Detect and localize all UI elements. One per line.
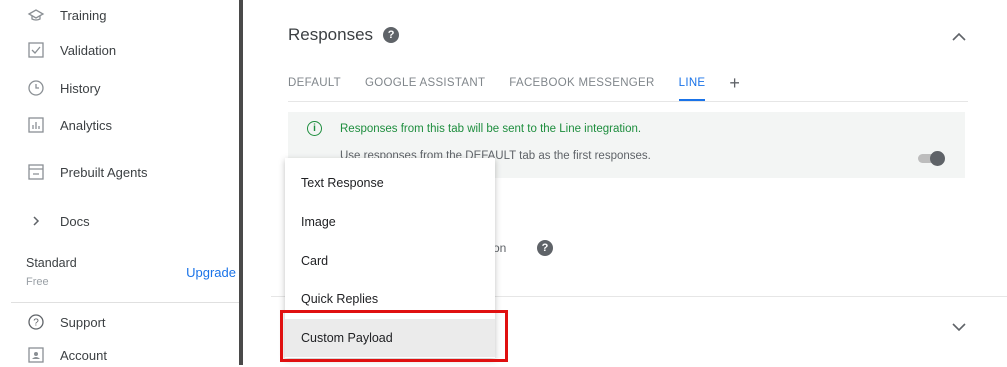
sidebar-item-prebuilt-agents[interactable]: Prebuilt Agents — [26, 160, 147, 184]
tab-facebook-messenger[interactable]: FACEBOOK MESSENGER — [509, 75, 654, 101]
sidebar-item-history[interactable]: History — [26, 76, 100, 100]
menu-item-card[interactable]: Card — [285, 242, 495, 280]
sidebar-item-label: Support — [60, 314, 106, 330]
validation-icon — [26, 40, 46, 60]
tab-line[interactable]: LINE — [678, 75, 706, 101]
highlight-annotation — [280, 310, 508, 362]
sidebar: Training Validation History Analytics Pr… — [11, 0, 239, 365]
sidebar-item-label: Prebuilt Agents — [60, 164, 148, 180]
tabs-divider — [288, 101, 968, 102]
add-tab-button[interactable]: + — [729, 73, 740, 94]
sidebar-item-account[interactable]: Account — [26, 343, 107, 367]
sidebar-item-label: History — [60, 80, 101, 96]
menu-item-image[interactable]: Image — [285, 203, 495, 241]
history-icon — [26, 78, 46, 98]
chevron-up-icon[interactable] — [951, 30, 967, 48]
sidebar-item-validation[interactable]: Validation — [26, 38, 116, 62]
svg-text:?: ? — [33, 318, 39, 329]
sidebar-item-training[interactable]: Training — [26, 3, 106, 27]
info-icon: i — [307, 121, 322, 136]
training-icon — [26, 5, 46, 25]
partial-label: on — [493, 241, 507, 255]
chevron-right-icon — [26, 211, 46, 231]
sidebar-item-label: Analytics — [60, 117, 113, 133]
help-icon[interactable]: ? — [383, 27, 400, 43]
responses-title: Responses — [288, 25, 374, 44]
response-tabs: DEFAULT GOOGLE ASSISTANT FACEBOOK MESSEN… — [288, 73, 740, 101]
plan-info: Standard Free Upgrade — [26, 254, 236, 294]
chevron-down-icon[interactable] — [951, 320, 967, 338]
toggle-knob — [930, 151, 945, 166]
responses-header: Responses ? — [288, 25, 400, 45]
plan-tier: Free — [26, 276, 49, 288]
menu-item-text-response[interactable]: Text Response — [285, 164, 495, 202]
sidebar-item-label: Training — [60, 7, 107, 23]
sidebar-divider — [11, 302, 239, 303]
default-responses-toggle[interactable] — [914, 151, 945, 166]
prebuilt-agents-icon — [26, 162, 46, 182]
account-icon — [26, 345, 46, 365]
sidebar-item-support[interactable]: ? Support — [26, 310, 106, 334]
app-window: Training Validation History Analytics Pr… — [0, 0, 1007, 365]
plan-name: Standard — [26, 256, 77, 270]
upgrade-link[interactable]: Upgrade — [186, 265, 236, 280]
tab-default[interactable]: DEFAULT — [288, 75, 341, 101]
help-icon[interactable]: ? — [537, 240, 553, 256]
sidebar-item-analytics[interactable]: Analytics — [26, 113, 112, 137]
help-circle-icon: ? — [26, 312, 46, 332]
info-text: Responses from this tab will be sent to … — [340, 123, 642, 135]
sidebar-item-label: Validation — [60, 42, 117, 58]
sidebar-item-label: Docs — [60, 213, 90, 229]
sidebar-item-label: Account — [60, 347, 107, 363]
tab-google-assistant[interactable]: GOOGLE ASSISTANT — [365, 75, 485, 101]
sidebar-item-docs[interactable]: Docs — [26, 209, 90, 233]
analytics-icon — [26, 115, 46, 135]
